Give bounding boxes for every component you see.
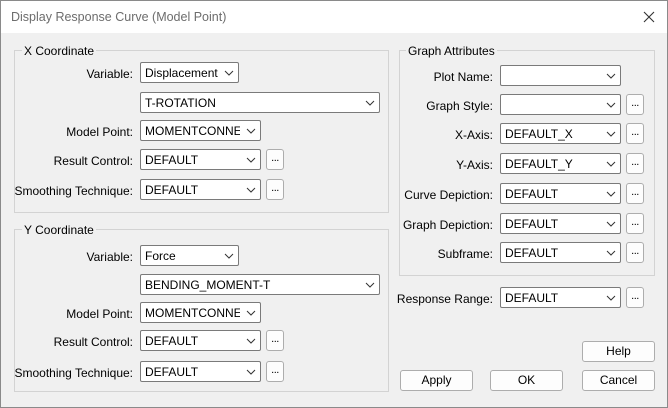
ok-button[interactable]: OK	[490, 370, 563, 391]
y-smoothing-select[interactable]: DEFAULT	[140, 361, 261, 382]
subframe-browse-button[interactable]: ...	[626, 242, 644, 263]
chevron-down-icon	[365, 100, 375, 106]
chevron-down-icon	[606, 161, 616, 167]
y-component-select[interactable]: BENDING_MOMENT-T	[140, 274, 380, 295]
y-smoothing-label: Smoothing Technique:	[14, 366, 133, 380]
curve-depiction-select[interactable]: DEFAULT	[500, 183, 621, 204]
title-bar: Display Response Curve (Model Point)	[1, 1, 667, 33]
x-variable-value: Displacement	[145, 66, 218, 80]
x-axis-label: X-Axis:	[454, 128, 493, 142]
y-result-control-label: Result Control:	[53, 335, 133, 349]
graph-depiction-label: Graph Depiction:	[402, 218, 493, 232]
graph-style-label: Graph Style:	[426, 99, 493, 113]
y-result-control-value: DEFAULT	[145, 334, 199, 348]
graph-depiction-select[interactable]: DEFAULT	[500, 213, 621, 234]
cancel-button[interactable]: Cancel	[582, 370, 655, 391]
y-variable-label: Variable:	[86, 250, 133, 264]
response-range-browse-button[interactable]: ...	[626, 287, 644, 308]
x-axis-browse-button[interactable]: ...	[626, 123, 644, 144]
subframe-label: Subframe:	[437, 247, 493, 261]
chevron-down-icon	[246, 369, 256, 375]
x-axis-value: DEFAULT_X	[505, 127, 573, 141]
x-component-value: T-ROTATION	[145, 96, 216, 110]
chevron-down-icon	[246, 338, 256, 344]
subframe-select[interactable]: DEFAULT	[500, 242, 621, 263]
subframe-value: DEFAULT	[505, 246, 559, 260]
y-result-control-browse-button[interactable]: ...	[266, 330, 284, 351]
chevron-down-icon	[606, 221, 616, 227]
chevron-down-icon	[246, 310, 256, 316]
x-smoothing-value: DEFAULT	[145, 183, 199, 197]
plot-name-select[interactable]	[500, 65, 621, 86]
graph-attributes-title: Graph Attributes	[406, 44, 497, 58]
response-range-label: Response Range:	[396, 292, 493, 306]
y-coordinate-title: Y Coordinate	[22, 223, 96, 237]
x-smoothing-label: Smoothing Technique:	[14, 184, 133, 198]
y-smoothing-browse-button[interactable]: ...	[266, 361, 284, 382]
x-smoothing-select[interactable]: DEFAULT	[140, 179, 261, 200]
y-axis-select[interactable]: DEFAULT_Y	[500, 153, 621, 174]
x-model-point-label: Model Point:	[66, 125, 133, 139]
y-component-value: BENDING_MOMENT-T	[145, 278, 271, 292]
y-axis-label: Y-Axis:	[456, 158, 493, 172]
apply-button[interactable]: Apply	[400, 370, 473, 391]
plot-name-label: Plot Name:	[433, 70, 493, 84]
curve-depiction-value: DEFAULT	[505, 187, 559, 201]
graph-style-browse-button[interactable]: ...	[626, 94, 644, 115]
close-icon	[643, 11, 655, 23]
chevron-down-icon	[606, 250, 616, 256]
chevron-down-icon	[246, 187, 256, 193]
chevron-down-icon	[606, 295, 616, 301]
x-result-control-label: Result Control:	[53, 154, 133, 168]
curve-depiction-browse-button[interactable]: ...	[626, 183, 644, 204]
response-range-value: DEFAULT	[505, 291, 559, 305]
y-result-control-select[interactable]: DEFAULT	[140, 330, 261, 351]
chevron-down-icon	[224, 70, 234, 76]
x-result-control-browse-button[interactable]: ...	[266, 149, 284, 170]
response-range-select[interactable]: DEFAULT	[500, 287, 621, 308]
dialog: Display Response Curve (Model Point) X C…	[0, 0, 668, 408]
y-axis-browse-button[interactable]: ...	[626, 153, 644, 174]
chevron-down-icon	[246, 128, 256, 134]
y-smoothing-value: DEFAULT	[145, 365, 199, 379]
x-model-point-value: MOMENTCONNECTI	[145, 124, 240, 138]
x-smoothing-browse-button[interactable]: ...	[266, 179, 284, 200]
y-model-point-value: MOMENTCONNECTI	[145, 306, 240, 320]
x-model-point-select[interactable]: MOMENTCONNECTI	[140, 120, 261, 141]
chevron-down-icon	[606, 191, 616, 197]
window-title: Display Response Curve (Model Point)	[11, 10, 227, 24]
y-variable-select[interactable]: Force	[140, 245, 239, 266]
x-coordinate-title: X Coordinate	[22, 44, 97, 58]
x-axis-select[interactable]: DEFAULT_X	[500, 123, 621, 144]
curve-depiction-label: Curve Depiction:	[404, 188, 493, 202]
x-variable-label: Variable:	[86, 67, 133, 81]
x-component-select[interactable]: T-ROTATION	[140, 92, 380, 113]
chevron-down-icon	[606, 131, 616, 137]
graph-depiction-value: DEFAULT	[505, 217, 559, 231]
x-result-control-value: DEFAULT	[145, 153, 199, 167]
chevron-down-icon	[224, 253, 234, 259]
chevron-down-icon	[606, 73, 616, 79]
y-variable-value: Force	[145, 249, 176, 263]
x-variable-select[interactable]: Displacement	[140, 62, 239, 83]
chevron-down-icon	[246, 157, 256, 163]
graph-depiction-browse-button[interactable]: ...	[626, 213, 644, 234]
x-result-control-select[interactable]: DEFAULT	[140, 149, 261, 170]
chevron-down-icon	[365, 282, 375, 288]
y-model-point-select[interactable]: MOMENTCONNECTI	[140, 302, 261, 323]
close-button[interactable]	[637, 5, 661, 29]
help-button[interactable]: Help	[582, 341, 655, 362]
y-model-point-label: Model Point:	[66, 307, 133, 321]
y-axis-value: DEFAULT_Y	[505, 157, 573, 171]
chevron-down-icon	[606, 102, 616, 108]
graph-style-select[interactable]	[500, 94, 621, 115]
